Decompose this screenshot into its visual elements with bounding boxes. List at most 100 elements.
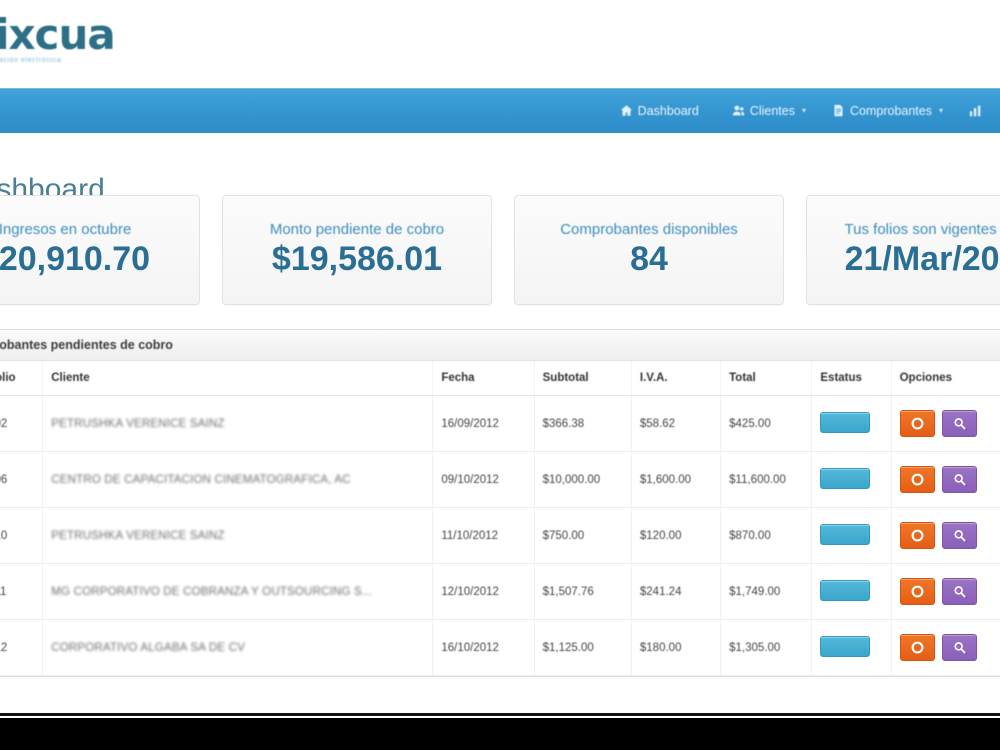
column-header-total[interactable]: Total <box>720 361 813 396</box>
column-header-fecha[interactable]: Fecha <box>432 361 535 396</box>
row-cliente: MG CORPORATIVO DE COBRANZA Y OUTSOURCING… <box>42 563 434 620</box>
row-opciones <box>891 507 1000 564</box>
file-icon <box>832 104 845 117</box>
status-badge[interactable] <box>820 467 871 489</box>
nav-item-reportes[interactable] <box>956 88 1000 133</box>
status-badge[interactable] <box>820 523 871 545</box>
cancel-icon-button[interactable] <box>899 578 935 605</box>
row-subtotal: $1,507.76 <box>534 563 632 620</box>
brand-header: bixcua Tu facturación electrónica <box>0 0 1000 88</box>
status-badge[interactable] <box>820 579 871 601</box>
row-folio: 210 <box>0 507 44 564</box>
row-fecha: 16/10/2012 <box>432 619 535 676</box>
table-row[interactable]: 211 MG CORPORATIVO DE COBRANZA Y OUTSOUR… <box>0 563 1000 620</box>
status-badge[interactable] <box>820 635 871 657</box>
row-fecha: 09/10/2012 <box>432 451 535 508</box>
users-icon <box>732 104 745 117</box>
row-subtotal: $366.38 <box>534 395 632 452</box>
table-header-row: Folio Cliente Fecha Subtotal I.V.A. Tota… <box>0 361 1000 396</box>
chevron-down-icon-2: ▾ <box>938 106 943 115</box>
row-opciones <box>891 563 1000 620</box>
logo-tagline: Tu facturación electrónica <box>0 57 62 64</box>
row-fecha: 11/10/2012 <box>432 507 535 564</box>
page-content: Dashboard Ingresos en octubre $20,910.70… <box>0 133 1000 717</box>
row-folio: 212 <box>0 619 44 676</box>
column-header-cliente[interactable]: Cliente <box>42 361 434 396</box>
kpi-card-pendiente: Monto pendiente de cobro $19,586.01 <box>222 195 492 305</box>
kpi-card-folios: Tus folios son vigentes hasta 21/Mar/201… <box>806 195 1000 305</box>
kpi-card-folios-label: Tus folios son vigentes hasta <box>844 221 1000 238</box>
row-iva: $120.00 <box>631 507 722 564</box>
row-opciones <box>891 451 1000 508</box>
row-option-buttons <box>899 410 1000 437</box>
row-subtotal: $1,125.00 <box>534 619 632 676</box>
nav-item-dashboard-label: Dashboard <box>637 103 699 118</box>
cancel-icon <box>911 585 924 598</box>
row-total: $11,600.00 <box>720 451 813 508</box>
cancel-icon-button[interactable] <box>899 410 935 437</box>
row-estatus <box>811 395 892 452</box>
row-iva: $1,600.00 <box>631 451 722 508</box>
search-icon-button[interactable] <box>941 466 977 493</box>
row-folio: 211 <box>0 563 44 620</box>
search-icon-button[interactable] <box>941 522 977 549</box>
status-badge[interactable] <box>820 411 871 433</box>
row-total: $1,305.00 <box>720 619 813 676</box>
home-icon <box>620 104 633 117</box>
search-icon-button[interactable] <box>941 578 977 605</box>
column-header-iva[interactable]: I.V.A. <box>631 361 722 396</box>
search-icon-button[interactable] <box>941 410 977 437</box>
row-fecha: 16/09/2012 <box>432 395 535 452</box>
cancel-icon-button[interactable] <box>899 522 935 549</box>
kpi-card-comprobantes: Comprobantes disponibles 84 <box>514 195 784 305</box>
row-opciones <box>891 395 1000 452</box>
logo-text: bixcua <box>0 10 116 59</box>
chevron-down-icon: ▾ <box>801 106 806 115</box>
row-folio: 202 <box>0 395 44 452</box>
search-icon <box>954 530 965 542</box>
nav-item-comprobantes[interactable]: Comprobantes ▾ <box>819 88 956 133</box>
cancel-icon <box>911 473 924 486</box>
cancel-icon <box>911 529 924 542</box>
nav-items: Dashboard Clientes ▾ Comprobantes ▾ <box>607 88 1000 133</box>
row-option-buttons <box>899 522 1000 549</box>
table-row[interactable]: 210 PETRUSHKA VERENICE SAINZ 11/10/2012 … <box>0 507 1000 564</box>
nav-item-dashboard[interactable]: Dashboard <box>607 88 719 133</box>
chart-icon <box>969 104 982 117</box>
table-row[interactable]: 202 PETRUSHKA VERENICE SAINZ 16/09/2012 … <box>0 395 1000 452</box>
row-subtotal: $10,000.00 <box>534 451 632 508</box>
row-fecha: 12/10/2012 <box>432 563 535 620</box>
row-iva: $241.24 <box>631 563 722 620</box>
kpi-card-pendiente-value: $19,586.01 <box>271 240 443 278</box>
column-header-estatus: Estatus <box>811 361 892 396</box>
kpi-card-ingresos: Ingresos en octubre $20,910.70 <box>0 195 200 305</box>
row-cliente: PETRUSHKA VERENICE SAINZ <box>42 507 434 564</box>
nav-item-comprobantes-label: Comprobantes <box>849 103 932 118</box>
row-iva: $58.62 <box>631 395 722 452</box>
row-opciones <box>891 619 1000 676</box>
row-estatus <box>811 619 892 676</box>
search-icon <box>954 418 965 430</box>
search-icon-button[interactable] <box>941 634 977 661</box>
panel-title: Comprobantes pendientes de cobro <box>0 338 173 352</box>
row-cliente: CENTRO DE CAPACITACIÓN CINEMATOGRÁFICA, … <box>42 451 434 508</box>
row-option-buttons <box>899 634 1000 661</box>
row-option-buttons <box>899 578 1000 605</box>
search-icon <box>954 474 965 486</box>
panel-header: Comprobantes pendientes de cobro <box>0 330 1000 361</box>
kpi-card-row: Ingresos en octubre $20,910.70 Monto pen… <box>0 195 1000 305</box>
nav-item-clientes[interactable]: Clientes ▾ <box>719 88 819 133</box>
pending-invoices-panel: Comprobantes pendientes de cobro Folio C… <box>0 329 1000 677</box>
kpi-card-ingresos-value: $20,910.70 <box>0 240 151 278</box>
table-row[interactable]: 212 CORPORATIVO ALGABA SA DE CV 16/10/20… <box>0 619 1000 676</box>
logo[interactable]: bixcua Tu facturación electrónica <box>0 14 156 70</box>
cancel-icon-button[interactable] <box>899 634 935 661</box>
search-icon <box>954 642 965 654</box>
kpi-card-comprobantes-value: 84 <box>630 240 668 278</box>
kpi-card-ingresos-label: Ingresos en octubre <box>0 221 132 238</box>
column-header-folio[interactable]: Folio <box>0 361 44 396</box>
row-folio: 206 <box>0 451 44 508</box>
table-row[interactable]: 206 CENTRO DE CAPACITACIÓN CINEMATOGRÁFI… <box>0 451 1000 508</box>
column-header-subtotal[interactable]: Subtotal <box>534 361 632 396</box>
cancel-icon-button[interactable] <box>899 466 935 493</box>
